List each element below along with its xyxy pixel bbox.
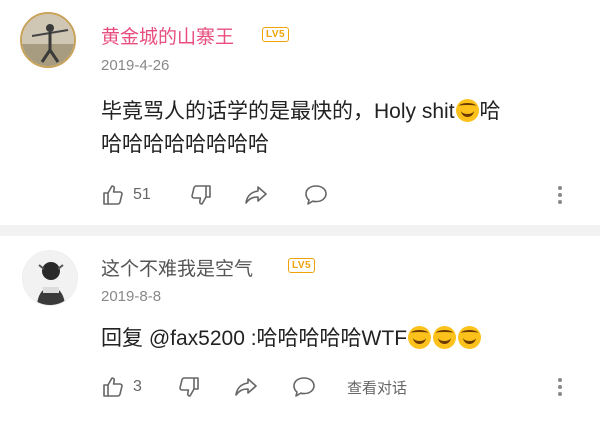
comment-icon: [293, 377, 315, 397]
comment-text-main: 回复 @fax5200 :哈哈哈哈哈WTF: [101, 327, 408, 350]
thumb-down-icon: [179, 377, 199, 397]
comment-text-main: 毕竟骂人的话学的是最快的，Holy shit: [101, 100, 455, 123]
like-count: 51: [133, 186, 151, 203]
comment-item: 这个不难我是空气 LV5 2019-8-8 回复 @fax5200 :哈哈哈哈哈…: [0, 236, 600, 426]
reply-button[interactable]: [303, 180, 329, 210]
avatar[interactable]: [22, 250, 78, 306]
comment-date: 2019-4-26: [101, 57, 170, 74]
share-icon: [245, 186, 267, 204]
more-icon: [558, 378, 562, 396]
comment-icon: [305, 185, 327, 205]
more-options-button[interactable]: [556, 372, 564, 402]
avatar[interactable]: [20, 12, 76, 68]
level-badge: LV5: [262, 27, 290, 42]
laughing-tears-emoji-icon: [408, 326, 432, 349]
comment-actions: 3 查看对话: [101, 372, 581, 402]
laughing-tears-emoji-icon: [433, 326, 457, 349]
username[interactable]: 这个不难我是空气: [101, 254, 253, 281]
comment-text: 回复 @fax5200 :哈哈哈哈哈WTF: [101, 322, 581, 355]
like-button[interactable]: 51: [101, 180, 151, 210]
thumb-up-icon: [103, 185, 123, 205]
laughing-tears-emoji-icon: [458, 326, 482, 349]
level-badge: LV5: [288, 258, 316, 273]
share-button[interactable]: [233, 372, 259, 402]
more-options-button[interactable]: [556, 180, 564, 210]
comment-actions: 51: [101, 180, 581, 210]
thumb-up-icon: [103, 377, 123, 397]
thumb-down-icon: [191, 185, 211, 205]
username[interactable]: 黄金城的山寨王: [101, 22, 234, 49]
comment-text-tail: 哈: [479, 100, 501, 123]
laughing-tears-emoji-icon: [455, 99, 479, 122]
like-button[interactable]: 3: [101, 372, 142, 402]
view-conversation-link[interactable]: 查看对话: [347, 372, 407, 402]
comment-item: 黄金城的山寨王 LV5 2019-4-26 毕竟骂人的话学的是最快的，Holy …: [0, 0, 600, 225]
comment-divider: [0, 225, 600, 236]
comment-text: 毕竟骂人的话学的是最快的，Holy shit 哈 哈哈哈哈哈哈哈哈: [101, 95, 581, 161]
dislike-button[interactable]: [177, 372, 201, 402]
reply-button[interactable]: [291, 372, 317, 402]
more-icon: [558, 186, 562, 204]
comment-text-line2: 哈哈哈哈哈哈哈哈: [101, 133, 269, 156]
share-icon: [235, 378, 257, 396]
like-count: 3: [133, 378, 142, 395]
comment-date: 2019-8-8: [101, 288, 162, 305]
share-button[interactable]: [243, 180, 269, 210]
dislike-button[interactable]: [189, 180, 213, 210]
